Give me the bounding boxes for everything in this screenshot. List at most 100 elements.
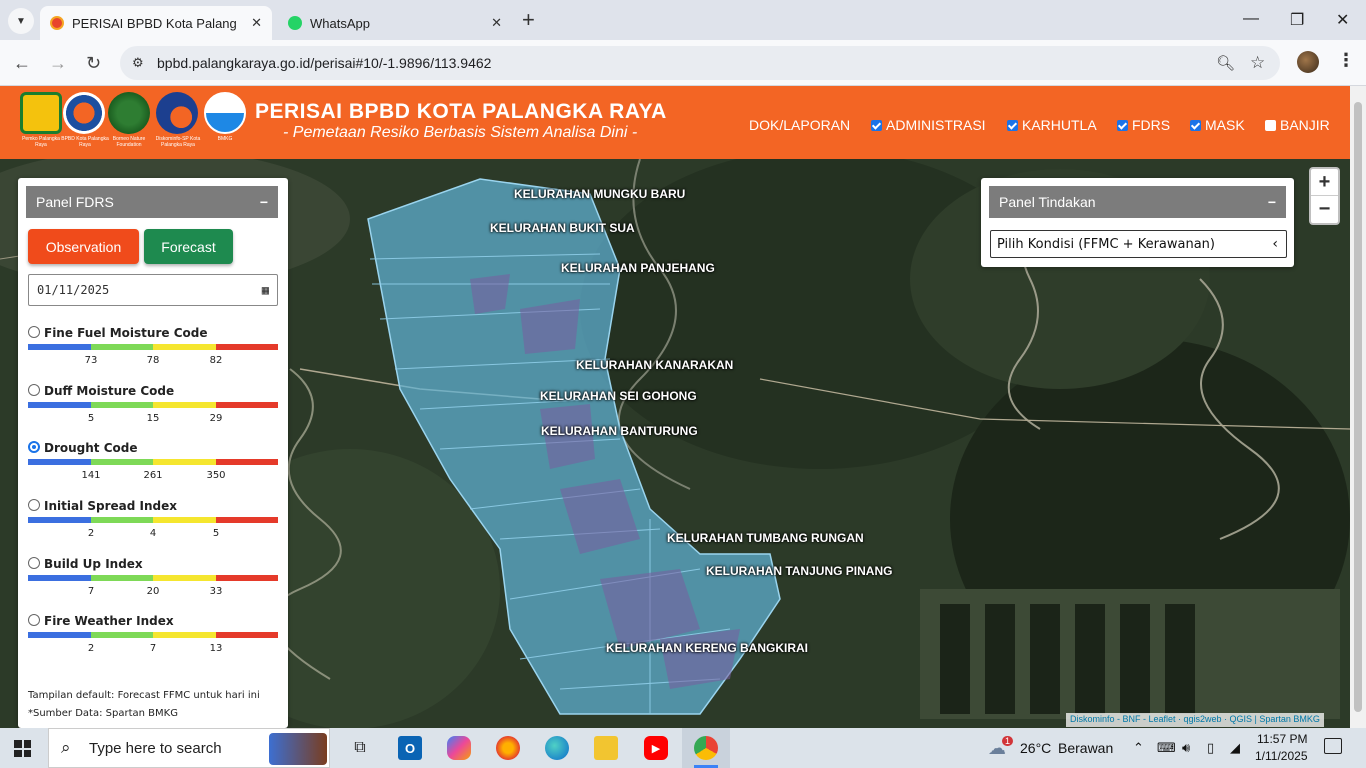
radio-button[interactable]	[28, 384, 40, 396]
site-info-icon[interactable]: ⚙	[132, 55, 144, 71]
tick-label: 33	[209, 586, 223, 597]
logo-caption: Pemko Palangka Raya	[22, 136, 60, 148]
forward-arrow-icon[interactable]: →	[49, 53, 67, 74]
checkbox-icon[interactable]	[1007, 119, 1018, 131]
checkbox-icon[interactable]	[871, 119, 882, 131]
outlook-icon[interactable]: O	[398, 736, 422, 760]
menu-label: BANJIR	[1280, 117, 1330, 133]
restore-window-button[interactable]: ❐	[1290, 10, 1304, 30]
browser-tab-bar: ▼ PERISAI BPBD Kota Palangka Raya ✕ What…	[0, 0, 1366, 40]
browser-menu-icon[interactable]: ⋮	[1337, 50, 1355, 71]
tab-label: WhatsApp	[310, 15, 370, 31]
tick-label: 5	[87, 413, 95, 424]
zoom-out-button[interactable]: −	[1311, 196, 1338, 223]
panel-title: Panel Tindakan	[999, 194, 1096, 210]
battery-icon[interactable]: ▯	[1207, 740, 1214, 756]
weather-badge: 1	[1002, 736, 1014, 746]
panel-minimize-button[interactable]: −	[260, 194, 268, 210]
radio-button[interactable]	[28, 326, 40, 338]
edge-icon[interactable]	[545, 736, 569, 760]
radio-button[interactable]	[28, 499, 40, 511]
tab-search-button[interactable]: ▼	[8, 8, 34, 34]
panel-title: Panel FDRS	[36, 194, 114, 210]
date-input[interactable]: 01/11/2025 ▦	[28, 274, 278, 306]
language-icon[interactable]: ⌨	[1157, 740, 1176, 756]
kondisi-select[interactable]: Pilih Kondisi (FFMC + Kerawanan) ‹	[990, 230, 1287, 258]
logo-caption: Diskominfo-SP Kota Palangka Raya	[155, 136, 201, 148]
volume-icon[interactable]: 🔊︎	[1182, 740, 1190, 756]
map-label-kereng-bangkirai: KELURAHAN KERENG BANGKIRAI	[606, 641, 809, 655]
file-explorer-icon[interactable]	[594, 736, 618, 760]
search-highlight-icon	[269, 733, 327, 765]
weather-desc[interactable]: Berawan	[1058, 740, 1113, 756]
forecast-button[interactable]: Forecast	[144, 229, 233, 264]
chrome-icon[interactable]	[694, 736, 718, 760]
radio-button[interactable]	[28, 557, 40, 569]
new-tab-button[interactable]: +	[522, 7, 535, 33]
address-bar-row: ← → ↻ ⚙ bpbd.palangkaraya.go.id/perisai#…	[0, 40, 1366, 86]
diskominfo-logo-icon	[156, 92, 198, 134]
tick-label: 29	[209, 413, 223, 424]
map-attribution[interactable]: Diskominfo - BNF - Leaflet · qgis2web · …	[1066, 713, 1324, 727]
index-name: Initial Spread Index	[44, 499, 177, 513]
taskbar-search[interactable]: ⌕ Type here to search	[48, 728, 330, 768]
color-scale	[28, 402, 278, 408]
map-label-sei-gohong: KELURAHAN SEI GOHONG	[540, 389, 697, 403]
radio-button[interactable]	[28, 614, 40, 626]
radio-button-selected[interactable]	[28, 441, 40, 453]
clock-date[interactable]: 1/11/2025	[1255, 749, 1308, 763]
map-label-tumbang-rungan: KELURAHAN TUMBANG RUNGAN	[667, 531, 864, 545]
task-view-icon[interactable]: ⧉	[348, 736, 372, 760]
pemko-logo-icon	[20, 92, 62, 134]
clock-time[interactable]: 11:57 PM	[1257, 732, 1307, 746]
menu-karhutla[interactable]: KARHUTLA	[1007, 117, 1097, 133]
bpbd-favicon-icon	[50, 16, 64, 30]
menu-label: ADMINISTRASI	[886, 117, 986, 133]
back-arrow-icon[interactable]: ←	[13, 53, 31, 74]
panel-minimize-button[interactable]: −	[1268, 194, 1276, 210]
search-icon: ⌕	[61, 738, 71, 757]
page-scrollbar[interactable]	[1350, 86, 1366, 728]
checkbox-icon[interactable]	[1190, 119, 1201, 131]
profile-avatar[interactable]	[1297, 51, 1319, 73]
observation-button[interactable]: Observation	[28, 229, 139, 264]
color-scale	[28, 575, 278, 581]
menu-label: FDRS	[1132, 117, 1171, 133]
site-subtitle: - Pemetaan Resiko Berbasis Sistem Analis…	[283, 124, 638, 141]
tab-whatsapp[interactable]: WhatsApp ✕	[280, 6, 512, 40]
youtube-icon[interactable]: ▶	[644, 736, 668, 760]
tick-label: 7	[87, 586, 95, 597]
chevron-up-icon[interactable]: ⌃	[1133, 740, 1144, 756]
menu-banjir[interactable]: BANJIR	[1265, 117, 1330, 133]
bookmark-star-icon[interactable]: ☆	[1250, 53, 1265, 73]
menu-administrasi[interactable]: ADMINISTRASI	[871, 117, 986, 133]
url-text[interactable]: bpbd.palangkaraya.go.id/perisai#10/-1.98…	[157, 55, 491, 71]
checkbox-icon[interactable]	[1265, 119, 1276, 131]
notification-icon[interactable]	[1324, 738, 1342, 754]
weather-temp[interactable]: 26°C	[1020, 740, 1051, 756]
scrollbar-thumb[interactable]	[1354, 102, 1362, 712]
menu-label: KARHUTLA	[1022, 117, 1097, 133]
checkbox-icon[interactable]	[1117, 119, 1128, 131]
menu-fdrs[interactable]: FDRS	[1117, 117, 1170, 133]
firefox-icon[interactable]	[496, 736, 520, 760]
minimize-window-button[interactable]: —	[1243, 10, 1259, 28]
reload-icon[interactable]: ↻	[86, 53, 101, 74]
tab-perisai[interactable]: PERISAI BPBD Kota Palangka Raya ✕	[40, 6, 272, 40]
menu-mask[interactable]: MASK	[1190, 117, 1245, 133]
copilot-icon[interactable]	[447, 736, 471, 760]
menu-dok-laporan[interactable]: DOK/LAPORAN	[749, 117, 850, 133]
windows-taskbar: ⌕ Type here to search ⧉ O ▶ ☁ 1 26°C Ber…	[0, 728, 1366, 768]
close-window-button[interactable]: ✕	[1336, 10, 1349, 30]
tab-label: PERISAI BPBD Kota Palangka Raya	[72, 15, 237, 31]
wifi-icon[interactable]: ◢	[1230, 740, 1240, 756]
site-title: PERISAI BPBD KOTA PALANGKA RAYA	[255, 100, 667, 123]
close-tab-icon[interactable]: ✕	[251, 15, 262, 31]
close-tab-icon[interactable]: ✕	[491, 15, 502, 31]
windows-start-button[interactable]	[14, 740, 31, 757]
zoom-in-button[interactable]: +	[1311, 169, 1338, 196]
calendar-icon[interactable]: ▦	[262, 283, 269, 297]
url-omnibox[interactable]: ⚙ bpbd.palangkaraya.go.id/perisai#10/-1.…	[120, 46, 1280, 80]
tick-label: 7	[149, 643, 157, 654]
zoom-magnifier-icon[interactable]: 🔍︎	[1216, 54, 1235, 72]
